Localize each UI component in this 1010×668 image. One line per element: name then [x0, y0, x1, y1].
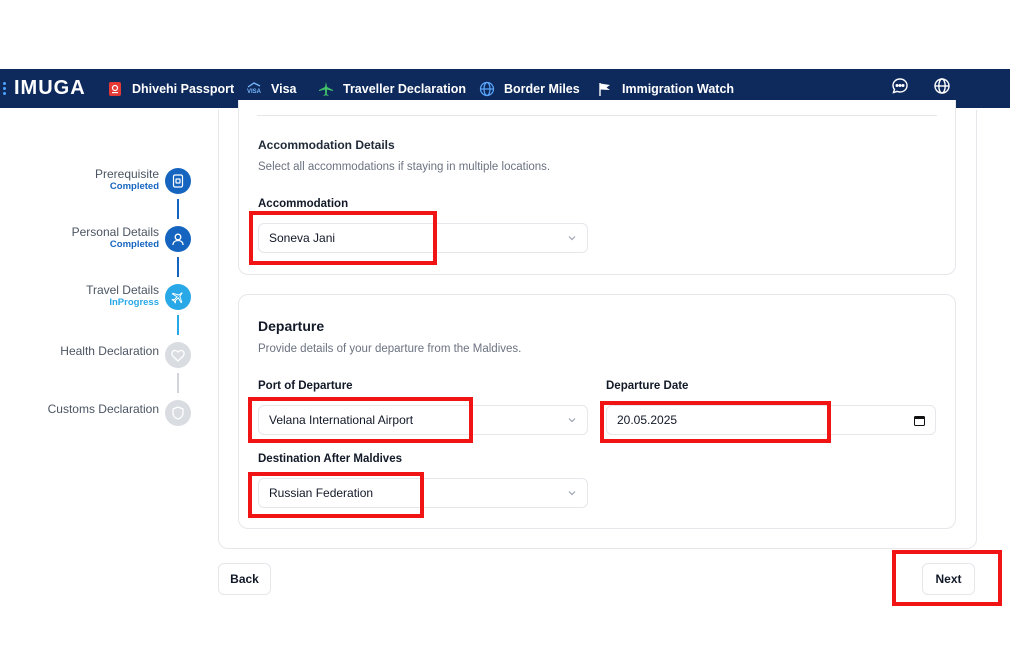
step-health-declaration[interactable]: Health Declaration [0, 341, 192, 371]
step-travel-details[interactable]: Travel Details InProgress [0, 283, 192, 313]
step-connector [177, 373, 179, 393]
document-icon [165, 168, 191, 194]
visa-icon: VISA [245, 80, 263, 98]
accommodation-value: Soneva Jani [269, 231, 336, 245]
departure-title: Departure [258, 318, 325, 334]
port-of-departure-value: Velana International Airport [269, 413, 414, 427]
step-status: Completed [109, 181, 159, 192]
accommodation-title: Accommodation Details [258, 138, 395, 152]
step-connector [177, 315, 179, 335]
nav-label: Immigration Watch [622, 81, 735, 96]
port-of-departure-label: Port of Departure [258, 380, 353, 392]
shield-icon [165, 400, 191, 426]
brand-logo: IMUGA [14, 77, 86, 99]
nav-label: Traveller Declaration [343, 81, 466, 96]
departure-date-input[interactable]: 20.05.2025 [606, 405, 936, 435]
nav-label: Border Miles [504, 81, 580, 96]
port-of-departure-select[interactable]: Velana International Airport [258, 405, 588, 435]
nav-label: Visa [271, 81, 297, 96]
nav-item-dhivehi-passport[interactable]: Dhivehi Passport [106, 69, 234, 108]
globe-icon [478, 80, 496, 98]
accommodation-description: Select all accommodations if staying in … [258, 161, 551, 173]
back-button[interactable]: Back [218, 563, 271, 595]
airplane-icon [165, 284, 191, 310]
visa-icon-text: VISA [246, 89, 261, 95]
destination-select[interactable]: Russian Federation [258, 478, 588, 508]
step-label: Customs Declaration [47, 402, 159, 416]
step-status: Completed [109, 239, 159, 250]
departure-card: Departure Provide details of your depart… [238, 294, 956, 529]
chevron-down-icon [568, 491, 576, 496]
step-customs-declaration[interactable]: Customs Declaration [0, 399, 192, 429]
brand[interactable]: IMUGA [0, 69, 86, 108]
chevron-down-icon [568, 236, 576, 241]
passport-icon [106, 80, 124, 98]
next-button[interactable]: Next [922, 563, 975, 595]
step-label: Prerequisite [94, 167, 159, 181]
calendar-icon[interactable] [914, 415, 925, 426]
flag-icon [596, 80, 614, 98]
destination-value: Russian Federation [269, 486, 374, 500]
airplane-icon [317, 80, 335, 98]
user-icon [165, 226, 191, 252]
departure-description: Provide details of your departure from t… [258, 343, 522, 355]
chevron-down-icon [568, 418, 576, 423]
heart-icon [165, 342, 191, 368]
step-status: InProgress [109, 297, 159, 308]
chat-icon [891, 77, 909, 100]
accommodation-select[interactable]: Soneva Jani [258, 223, 588, 253]
step-connector [177, 199, 179, 219]
accommodation-label: Accommodation [258, 198, 349, 210]
accommodation-card: Accommodation Details Select all accommo… [238, 100, 956, 275]
divider [257, 115, 937, 116]
step-label: Travel Details [86, 283, 159, 297]
step-personal-details[interactable]: Personal Details Completed [0, 225, 192, 255]
departure-date-value: 20.05.2025 [617, 413, 678, 427]
step-connector [177, 257, 179, 277]
destination-label: Destination After Maldives [258, 453, 402, 465]
step-prerequisite[interactable]: Prerequisite Completed [0, 167, 192, 197]
menu-dots-icon[interactable] [3, 82, 9, 95]
nav-label: Dhivehi Passport [132, 81, 235, 96]
departure-date-label: Departure Date [606, 380, 689, 392]
step-label: Personal Details [71, 225, 159, 239]
step-label: Health Declaration [60, 344, 159, 358]
language-globe-icon [933, 77, 951, 100]
